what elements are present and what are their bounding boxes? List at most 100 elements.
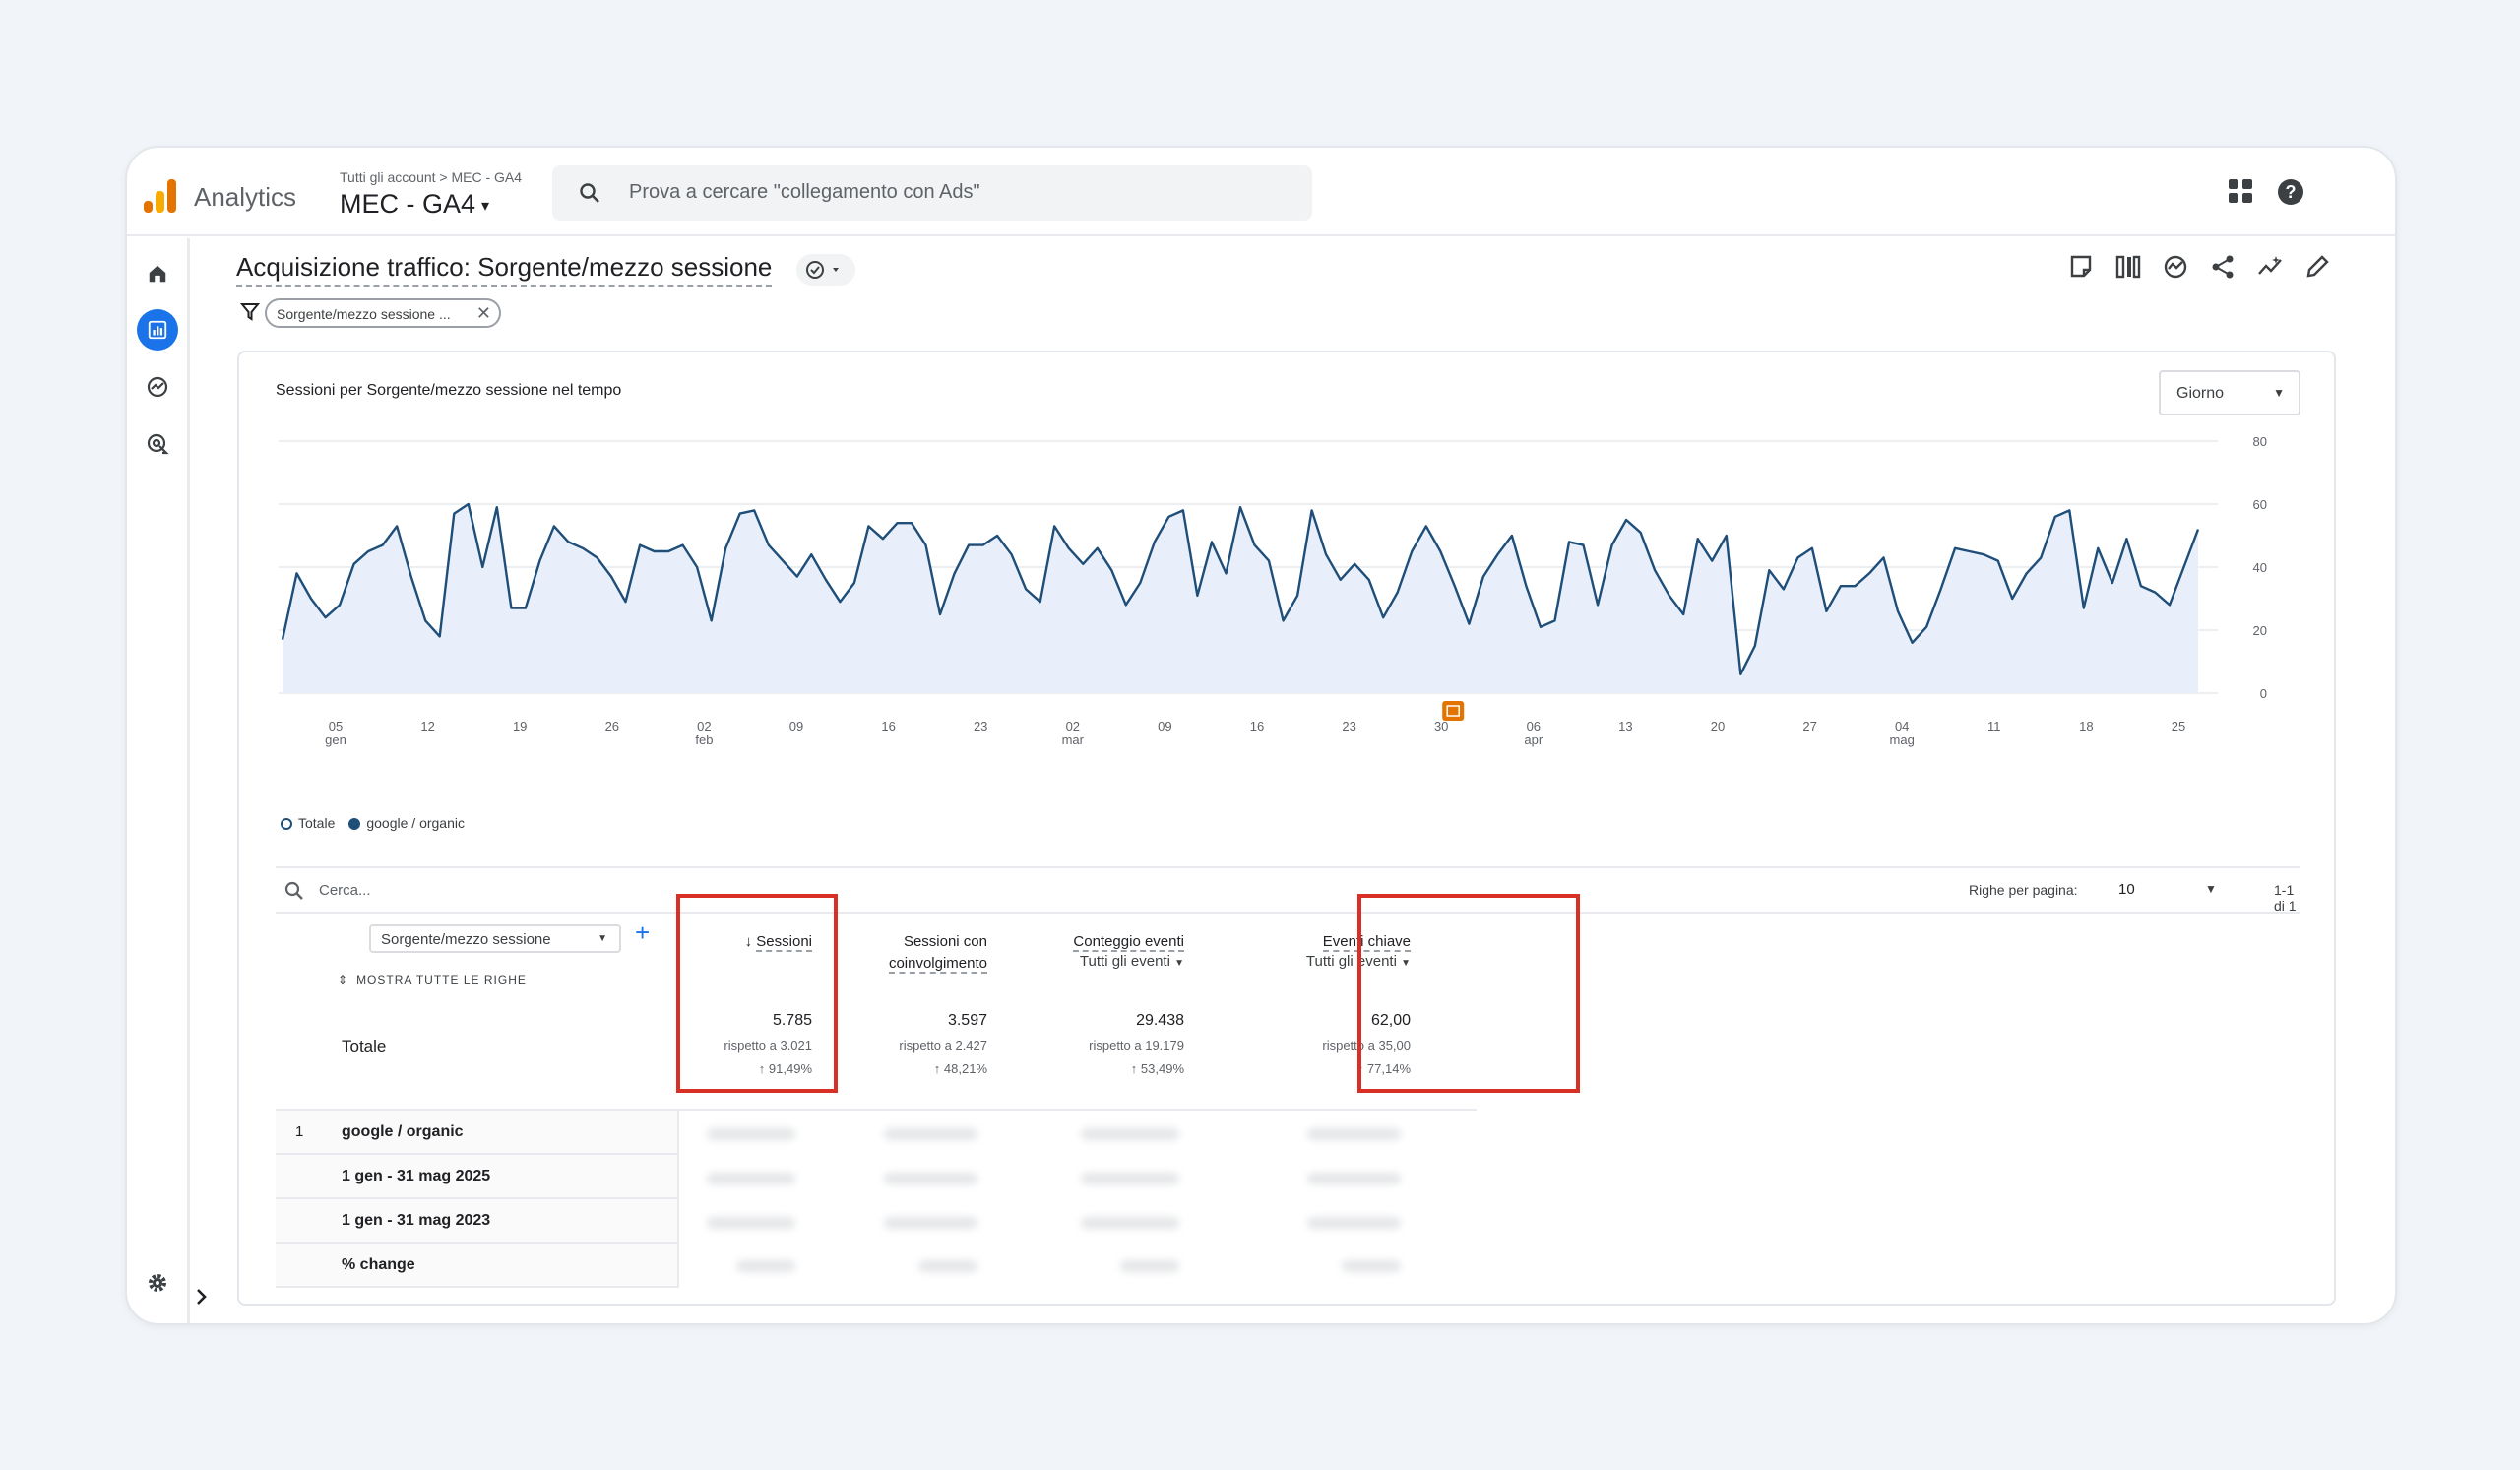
legend-dot-hollow-icon: [281, 818, 292, 831]
insights-icon[interactable]: [2066, 252, 2096, 282]
dropdown-arrow-icon[interactable]: ▼: [2205, 882, 2217, 896]
blurred-cell: [1081, 1217, 1179, 1229]
metric-header-event-count[interactable]: Conteggio eventi: [1007, 914, 1184, 953]
close-icon[interactable]: ✕: [476, 303, 491, 324]
expand-nav-icon[interactable]: [192, 1285, 212, 1309]
legend-item-total[interactable]: Totale: [281, 815, 335, 831]
blurred-cell: [884, 1173, 977, 1184]
legend-item-google-organic[interactable]: google / organic: [348, 815, 465, 831]
nav-advertising-button[interactable]: [137, 423, 178, 465]
advertising-icon: [147, 433, 169, 455]
pagination-range: 1-1 di 1: [2274, 882, 2297, 914]
x-tick-day: 09: [789, 719, 803, 734]
metric-head-engaged-2: coinvolgimento: [888, 955, 987, 974]
dropdown-arrow-icon: ▼: [2273, 386, 2285, 400]
blurred-cell: [1307, 1128, 1401, 1140]
filter-icon[interactable]: [240, 301, 260, 321]
event-count-filter-label: Tutti gli eventi: [1079, 953, 1170, 970]
table-row[interactable]: 1 google / organic: [276, 1111, 677, 1155]
add-dimension-button[interactable]: +: [635, 918, 650, 948]
x-tick-day: 02: [1066, 719, 1080, 734]
x-tick-day: 23: [1342, 719, 1355, 734]
gear-icon: [149, 1274, 166, 1292]
row-label: 1 gen - 31 mag 2023: [342, 1212, 491, 1229]
sessions-line-chart[interactable]: 02040608005gen12 19 26 02feb09 16 23 02mar09 16…: [269, 421, 2316, 805]
sparkline-icon[interactable]: [2255, 252, 2285, 282]
home-icon: [149, 265, 166, 283]
table-search-input[interactable]: Cerca...: [319, 882, 371, 899]
x-tick-day: 23: [974, 719, 987, 734]
x-tick-day: 02: [697, 719, 711, 734]
x-tick-day: 06: [1527, 719, 1541, 734]
share-icon[interactable]: [2208, 252, 2237, 282]
x-tick-day: 05: [329, 719, 343, 734]
legend-dot-solid-icon: [348, 818, 361, 831]
y-tick-label: 60: [2253, 497, 2267, 512]
edit-pencil-icon[interactable]: [2302, 252, 2332, 282]
blurred-cell: [1307, 1217, 1401, 1229]
x-tick-month: gen: [325, 733, 346, 747]
compare-icon[interactable]: [2113, 252, 2143, 282]
report-status-badge[interactable]: [796, 254, 855, 286]
x-tick-day: 25: [2172, 719, 2185, 734]
highlight-box-key-events: [1357, 894, 1580, 1093]
trend-circle-icon[interactable]: [2161, 252, 2190, 282]
x-tick-day: 26: [605, 719, 619, 734]
metric-change-engaged-sessions: ↑ 48,21%: [934, 1061, 987, 1076]
dimension-select[interactable]: Sorgente/mezzo sessione ▼: [369, 924, 621, 953]
rows-per-page-select[interactable]: 10: [2118, 881, 2135, 898]
apps-grid-icon[interactable]: [2229, 179, 2252, 203]
y-tick-label: 40: [2253, 560, 2267, 575]
legend-label-google-organic: google / organic: [366, 815, 465, 831]
x-tick-day: 12: [420, 719, 434, 734]
search-bar[interactable]: Prova a cercare "collegamento con Ads": [552, 165, 1312, 221]
metric-header-engaged-sessions[interactable]: Sessioni con coinvolgimento: [830, 914, 987, 975]
table-row[interactable]: % change: [276, 1244, 677, 1288]
filter-chip[interactable]: Sorgente/mezzo sessione ... ✕: [265, 298, 501, 328]
table-row[interactable]: 1 gen - 31 mag 2023: [276, 1199, 677, 1244]
page-title[interactable]: Acquisizione traffico: Sorgente/mezzo se…: [236, 252, 773, 287]
top-bar: Analytics Tutti gli account > MEC - GA4 …: [127, 148, 2395, 236]
help-icon[interactable]: ?: [2278, 179, 2303, 205]
legend-label-total: Totale: [298, 815, 336, 831]
period-select[interactable]: Giorno ▼: [2159, 370, 2300, 415]
column-divider: [677, 1111, 679, 1288]
blurred-cell: [707, 1128, 795, 1140]
blurred-cell: [1342, 1260, 1401, 1272]
chart-legend: Totale google / organic: [281, 815, 465, 831]
y-tick-label: 80: [2253, 434, 2267, 449]
show-all-rows-button[interactable]: ⇕ MOSTRA TUTTE LE RIGHE: [338, 973, 527, 987]
metric-value-event-count: 29.438: [1136, 1012, 1184, 1029]
total-row-label: Totale: [342, 1037, 387, 1055]
property-selector[interactable]: MEC - GA4 ▾: [340, 189, 489, 220]
x-tick-day: 30: [1434, 719, 1448, 734]
analytics-logo-icon[interactable]: [144, 177, 177, 213]
y-tick-label: 20: [2253, 623, 2267, 638]
metric-compare-event-count: rispetto a 19.179: [1089, 1038, 1184, 1053]
caret-down-icon: ▾: [481, 197, 490, 215]
metric-col-event-count: Conteggio eventi Tutti gli eventi ▼ 29.4…: [1007, 914, 1184, 1111]
blurred-cell: [884, 1128, 977, 1140]
event-count-filter[interactable]: Tutti gli eventi ▼: [1007, 953, 1184, 970]
blurred-cell: [707, 1217, 795, 1229]
blurred-cell: [736, 1260, 795, 1272]
metric-head-engaged-1: Sessioni con: [903, 933, 987, 950]
period-select-value: Giorno: [2176, 385, 2225, 402]
report-card: Sessioni per Sorgente/mezzo sessione nel…: [237, 351, 2336, 1306]
x-tick-day: 16: [1250, 719, 1264, 734]
nav-explore-button[interactable]: [137, 366, 178, 408]
breadcrumb[interactable]: Tutti gli account > MEC - GA4: [340, 169, 522, 185]
nav-admin-button[interactable]: [137, 1262, 178, 1304]
nav-reports-button[interactable]: [137, 309, 178, 351]
search-icon: [580, 183, 599, 203]
property-name: MEC - GA4: [340, 189, 476, 219]
table-row[interactable]: 1 gen - 31 mag 2025: [276, 1155, 677, 1199]
metric-value-engaged-sessions: 3.597: [947, 1012, 987, 1029]
blurred-cell: [1307, 1173, 1401, 1184]
nav-home-button[interactable]: [137, 253, 178, 294]
x-tick-day: 19: [513, 719, 527, 734]
x-tick-day: 13: [1618, 719, 1632, 734]
chart-title: Sessioni per Sorgente/mezzo sessione nel…: [276, 382, 622, 399]
verified-check-icon: [806, 261, 839, 279]
highlight-box-sessions: [676, 894, 838, 1093]
